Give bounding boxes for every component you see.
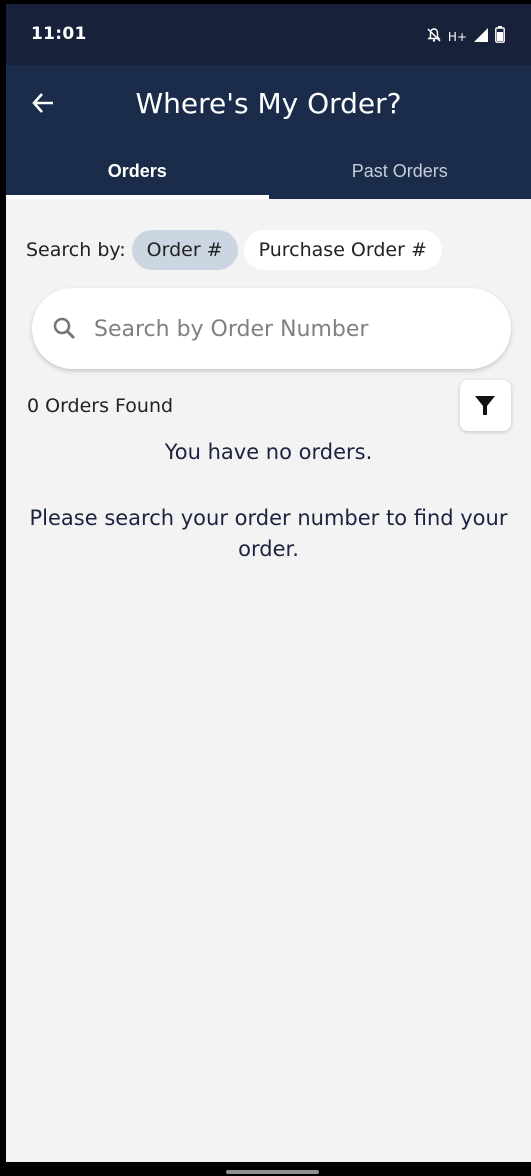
signal-icon — [473, 27, 489, 48]
search-bar — [32, 288, 511, 369]
empty-state-title: You have no orders. — [164, 440, 373, 464]
search-by-label: Search by: — [26, 239, 126, 261]
filter-icon — [475, 396, 495, 415]
status-time: 11:01 — [31, 24, 87, 44]
app-bar: Where's My Order? Orders Past Orders — [6, 65, 531, 199]
chip-order-number[interactable]: Order # — [131, 230, 238, 270]
battery-icon — [495, 26, 505, 48]
tab-past-orders[interactable]: Past Orders — [269, 139, 531, 199]
empty-state-message: Please search your order number to find … — [29, 506, 508, 561]
results-count: 0 Orders Found — [27, 395, 174, 417]
home-indicator[interactable] — [226, 1170, 319, 1174]
filter-button[interactable] — [460, 380, 511, 431]
tab-bar: Orders Past Orders — [6, 139, 531, 199]
page-title: Where's My Order? — [135, 87, 402, 120]
chip-purchase-order-number[interactable]: Purchase Order # — [243, 230, 442, 270]
tab-label: Past Orders — [351, 161, 448, 181]
tab-orders[interactable]: Orders — [6, 139, 269, 199]
search-icon — [53, 317, 76, 340]
notifications-off-icon — [426, 27, 442, 48]
status-bar: 11:01 H+ — [6, 4, 531, 65]
search-by-group: Search by: Order # Purchase Order # — [26, 230, 448, 270]
app-screen: 11:01 H+ Where's My Order? Orders Past O… — [6, 4, 531, 1162]
status-icons: H+ — [426, 26, 505, 48]
search-input[interactable] — [94, 308, 484, 350]
network-type-label: H+ — [447, 30, 467, 44]
tab-label: Orders — [107, 161, 167, 181]
active-tab-indicator — [6, 195, 269, 199]
